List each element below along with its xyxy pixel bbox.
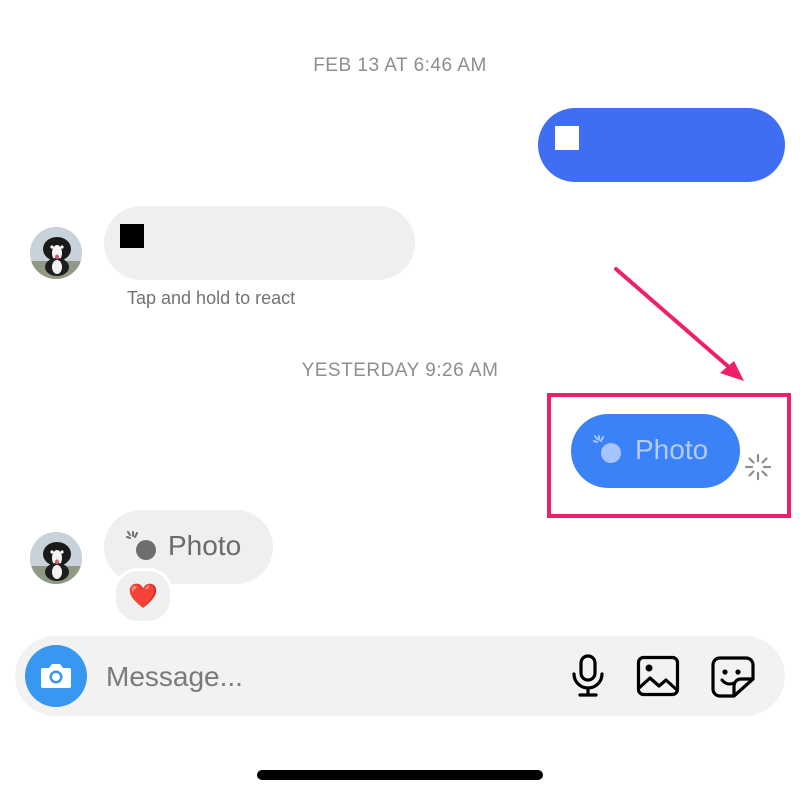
sending-spinner-icon <box>744 453 772 481</box>
outgoing-photo-bubble[interactable]: Photo <box>571 414 740 488</box>
gallery-icon[interactable] <box>636 655 680 697</box>
outgoing-message-bubble[interactable] <box>538 108 785 182</box>
photo-label: Photo <box>168 530 242 561</box>
avatar[interactable] <box>30 227 82 279</box>
disappearing-photo-icon <box>593 435 621 463</box>
disappearing-photo-icon <box>126 531 156 560</box>
blank-square-glyph <box>555 126 579 150</box>
blank-square-glyph <box>120 224 144 248</box>
sticker-icon[interactable] <box>710 655 756 699</box>
home-indicator <box>257 770 543 780</box>
microphone-icon[interactable] <box>570 654 606 698</box>
avatar[interactable] <box>30 532 82 584</box>
message-input[interactable] <box>104 656 528 698</box>
reaction-badge[interactable]: ❤️ <box>113 568 173 624</box>
incoming-message-bubble[interactable] <box>104 206 415 280</box>
react-hint: Tap and hold to react <box>127 288 296 308</box>
annotation-arrow <box>614 267 744 381</box>
heart-reaction-icon: ❤️ <box>128 582 158 610</box>
camera-icon <box>41 664 71 688</box>
photo-label: Photo <box>635 434 709 465</box>
camera-button[interactable] <box>25 645 87 707</box>
timestamp: FEB 13 AT 6:46 AM <box>313 55 487 76</box>
